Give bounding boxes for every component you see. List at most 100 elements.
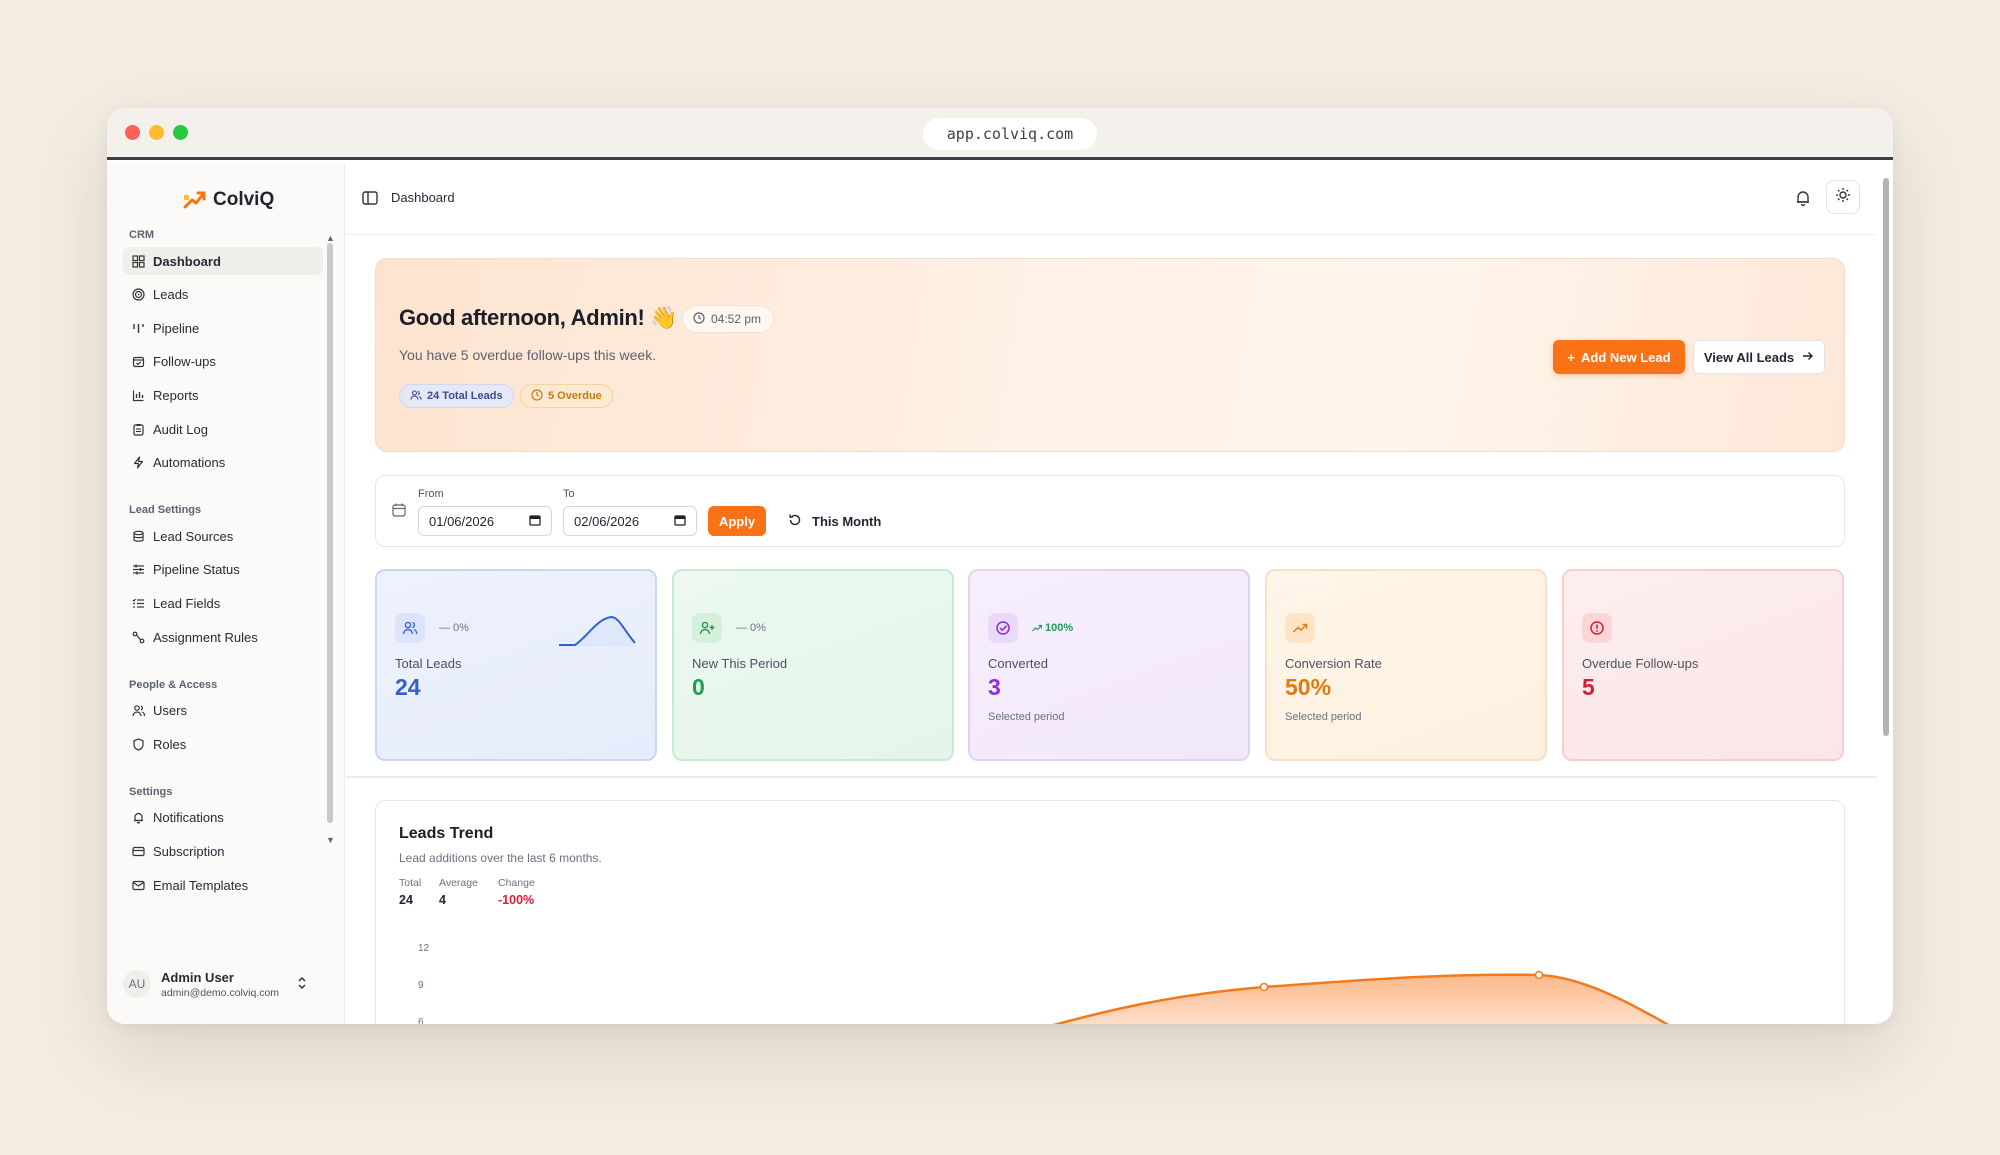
target-icon: [131, 288, 145, 302]
sidebar-toggle-icon[interactable]: [362, 191, 378, 205]
sidebar-item-label: Subscription: [153, 843, 225, 859]
sidebar-item-roles[interactable]: Roles: [123, 730, 323, 758]
leads-trend-card: Leads Trend Lead additions over the last…: [375, 800, 1845, 1024]
total-leads-sparkline: [559, 615, 636, 647]
minimize-window-button[interactable]: [149, 125, 164, 140]
converted-subtext: Selected period: [988, 711, 1065, 723]
theme-toggle-button[interactable]: [1826, 180, 1860, 214]
overdue-follow-ups-label: Overdue Follow-ups: [1582, 656, 1699, 671]
new-this-period-card[interactable]: — 0% New This Period 0: [672, 569, 954, 761]
clock-icon: [693, 311, 705, 327]
brand-logo[interactable]: ColviQ: [183, 187, 274, 213]
sidebar-item-subscription[interactable]: Subscription: [123, 837, 323, 865]
grid-icon: [131, 254, 145, 268]
avatar: AU: [123, 970, 151, 998]
section-divider: [346, 776, 1877, 778]
user-email: admin@demo.colviq.com: [161, 986, 280, 999]
sidebar-item-users[interactable]: Users: [123, 697, 323, 725]
calendar-check-icon: [131, 355, 145, 369]
converted-label: Converted: [988, 656, 1048, 671]
sidebar-scrollbar[interactable]: [327, 243, 333, 823]
from-label: From: [418, 488, 444, 500]
conversion-rate-card[interactable]: Conversion Rate 50% Selected period: [1265, 569, 1547, 761]
trend-up-icon: [1285, 613, 1315, 643]
sidebar-item-audit-log[interactable]: Audit Log: [123, 415, 323, 443]
reset-icon: [788, 513, 802, 530]
to-label: To: [563, 488, 575, 500]
scroll-up-arrow[interactable]: ▲: [326, 233, 335, 243]
to-date-input[interactable]: 02/06/2026: [563, 506, 697, 536]
calendar-picker-icon[interactable]: [674, 514, 686, 529]
overdue-message: You have 5 overdue follow-ups this week.: [399, 347, 657, 363]
view-all-leads-label: View All Leads: [1703, 349, 1795, 365]
overdue-badge-text: 5 Overdue: [548, 390, 602, 402]
sidebar-item-notifications[interactable]: Notifications: [123, 804, 323, 832]
welcome-banner: Good afternoon, Admin! 👋 04:52 pm You ha…: [375, 258, 1845, 452]
overdue-badge: 5 Overdue: [520, 384, 613, 408]
user-menu[interactable]: AU Admin User admin@demo.colviq.com: [123, 961, 333, 1007]
conversion-rate-subtext: Selected period: [1285, 711, 1362, 723]
list-icon: [131, 596, 145, 610]
total-leads-delta: — 0%: [439, 622, 469, 634]
sidebar-item-label: Follow-ups: [153, 354, 216, 370]
sidebar-item-label: Pipeline Status: [153, 562, 240, 578]
url-bar[interactable]: app.colviq.com: [923, 118, 1097, 150]
this-month-button[interactable]: This Month: [788, 506, 881, 536]
clipboard-icon: [131, 422, 145, 436]
sidebar-item-email-templates[interactable]: Email Templates: [123, 871, 323, 899]
nav-section-people-and-access: People & Access: [129, 678, 218, 691]
bar-chart-icon: [131, 388, 145, 402]
sidebar-item-lead-fields[interactable]: Lead Fields: [123, 589, 323, 617]
pipeline-icon: [131, 321, 145, 335]
sidebar-item-label: Assignment Rules: [153, 629, 258, 645]
total-leads-card[interactable]: — 0% Total Leads 24: [375, 569, 657, 761]
main-scrollbar[interactable]: [1883, 178, 1889, 736]
bolt-icon: [131, 456, 145, 470]
check-circle-icon: [988, 613, 1018, 643]
sidebar-item-label: Users: [153, 703, 187, 719]
conversion-rate-label: Conversion Rate: [1285, 656, 1382, 671]
add-new-lead-label: Add New Lead: [1581, 349, 1671, 365]
arrow-right-icon: [1802, 350, 1814, 365]
sidebar-item-lead-sources[interactable]: Lead Sources: [123, 522, 323, 550]
card-icon: [131, 844, 145, 858]
sidebar-item-label: Notifications: [153, 810, 224, 826]
calendar-picker-icon[interactable]: [529, 514, 541, 529]
nav-section-crm: CRM: [129, 229, 155, 241]
sidebar-item-pipeline-status[interactable]: Pipeline Status: [123, 556, 323, 584]
sidebar-item-dashboard[interactable]: Dashboard: [123, 247, 323, 275]
sidebar-item-follow-ups[interactable]: Follow-ups: [123, 348, 323, 376]
scroll-down-arrow[interactable]: ▼: [326, 835, 335, 845]
chevrons-up-down-icon[interactable]: [297, 976, 307, 993]
total-leads-badge-text: 24 Total Leads: [427, 390, 503, 402]
trend-up-icon: [1032, 624, 1042, 632]
sliders-icon: [131, 563, 145, 577]
sidebar-item-automations[interactable]: Automations: [123, 449, 323, 477]
apply-button[interactable]: Apply: [708, 506, 766, 536]
close-window-button[interactable]: [125, 125, 140, 140]
sun-icon: [1835, 187, 1851, 208]
overdue-follow-ups-card[interactable]: Overdue Follow-ups 5: [1562, 569, 1844, 761]
sidebar-item-pipeline[interactable]: Pipeline: [123, 314, 323, 342]
new-this-period-value: 0: [692, 674, 705, 700]
from-date-input[interactable]: 01/06/2026: [418, 506, 552, 536]
maximize-window-button[interactable]: [173, 125, 188, 140]
overdue-follow-ups-value: 5: [1582, 674, 1595, 700]
total-leads-badge: 24 Total Leads: [399, 384, 514, 408]
sidebar-item-leads[interactable]: Leads: [123, 281, 323, 309]
sidebar: ColviQ ▲ ▼ CRM Dashboard Leads Pipeline Foll…: [107, 163, 345, 1024]
top-bar: Dashboard: [346, 163, 1877, 235]
sidebar-item-label: Leads: [153, 287, 189, 303]
add-new-lead-button[interactable]: + Add New Lead: [1553, 340, 1685, 374]
time-badge: 04:52 pm: [682, 305, 775, 333]
sidebar-item-label: Lead Sources: [153, 528, 234, 544]
sidebar-item-label: Email Templates: [153, 877, 249, 893]
user-name: Admin User: [161, 969, 234, 985]
converted-card[interactable]: 100% Converted 3 Selected period: [968, 569, 1250, 761]
notification-bell-icon[interactable]: [1794, 189, 1812, 207]
clock-icon: [531, 388, 543, 404]
nav-section-settings: Settings: [129, 785, 173, 798]
sidebar-item-reports[interactable]: Reports: [123, 381, 323, 409]
sidebar-item-assignment-rules[interactable]: Assignment Rules: [123, 623, 323, 651]
view-all-leads-button[interactable]: View All Leads: [1693, 340, 1825, 374]
